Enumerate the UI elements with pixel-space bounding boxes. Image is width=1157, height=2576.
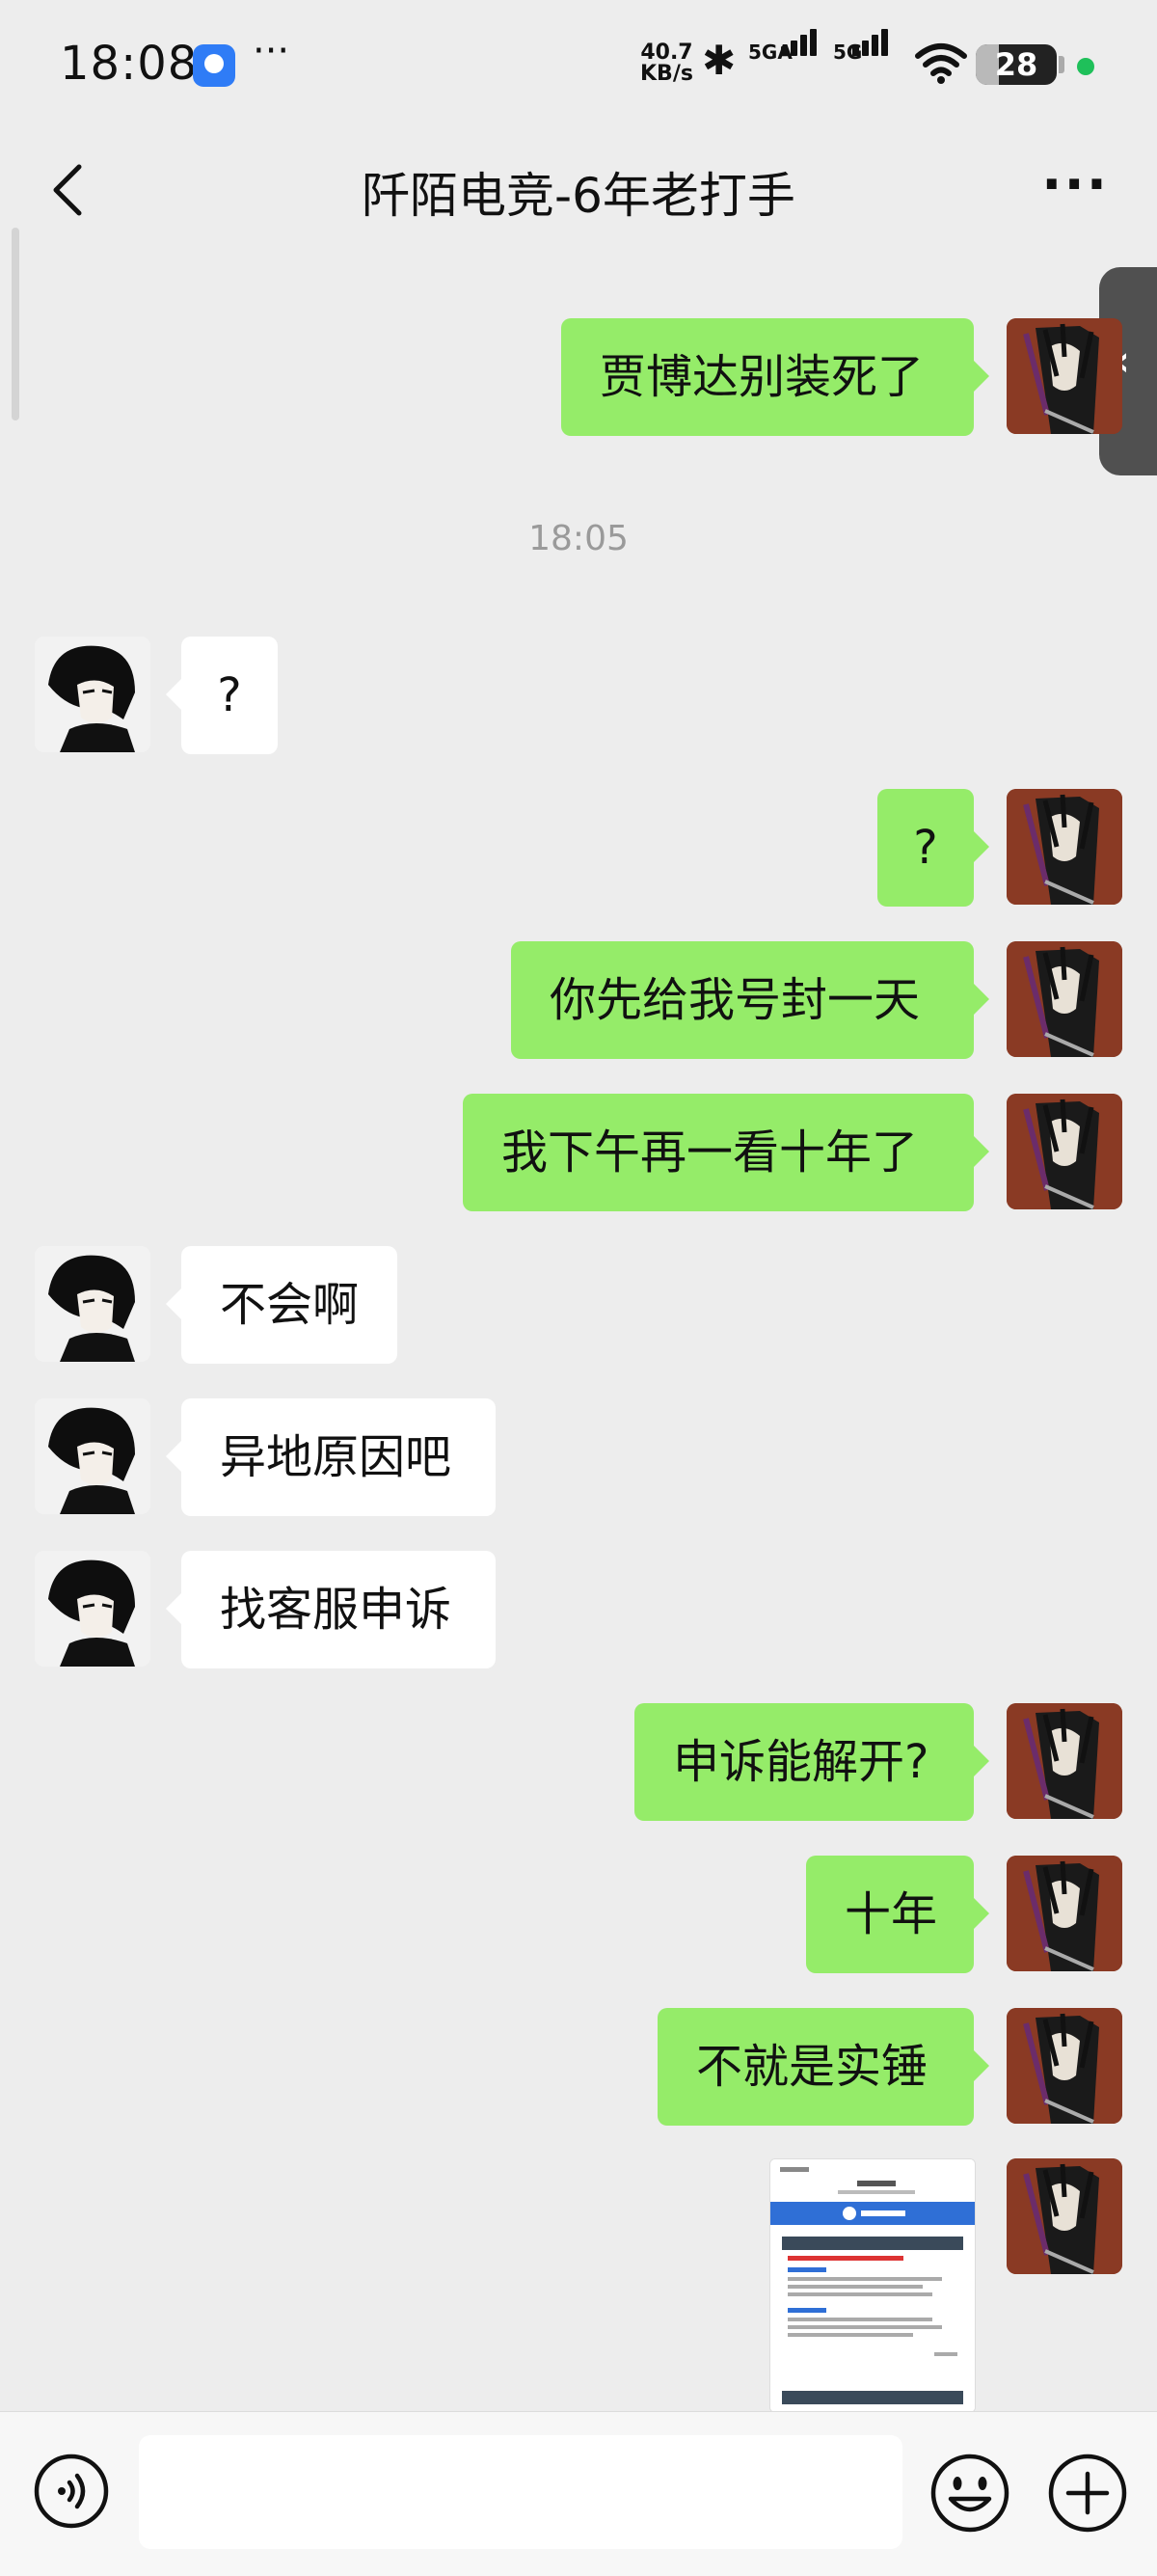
emoji-icon[interactable]: [929, 2453, 1010, 2534]
self-avatar[interactable]: [1007, 318, 1122, 434]
message-row-peer: 找客服申诉: [0, 1551, 1157, 1668]
battery-level: 28: [994, 46, 1038, 83]
message-bubble[interactable]: 不就是实锤: [658, 2008, 989, 2126]
voice-icon[interactable]: [33, 2453, 110, 2530]
message-row-peer: 异地原因吧: [0, 1398, 1157, 1516]
contact-avatar[interactable]: [35, 1398, 150, 1514]
message-row-self: 贾博达别装死了: [0, 318, 1157, 436]
message-bubble[interactable]: 十年: [806, 1856, 989, 1973]
network-speed: 40.7 KB/s: [640, 42, 693, 85]
self-avatar[interactable]: [1007, 2008, 1122, 2124]
chat-title: 阡陌电竞-6年老打手: [362, 168, 795, 224]
battery-icon: 28: [976, 44, 1057, 85]
more-options-icon[interactable]: ···: [1041, 153, 1109, 216]
chat-header: 阡陌电竞-6年老打手 ···: [0, 130, 1157, 256]
chat-timestamp: 18:05: [528, 519, 629, 558]
message-bubble[interactable]: 你先给我号封一天: [511, 941, 989, 1059]
message-row-self: 十年: [0, 1856, 1157, 1973]
plus-icon[interactable]: [1047, 2453, 1128, 2534]
status-bar: 18:08 ··· 40.7 KB/s ✱ 5GA 5G 28: [0, 0, 1157, 130]
message-row-self: 不就是实锤: [0, 2008, 1157, 2126]
wifi-icon: [915, 43, 967, 84]
message-bubble[interactable]: 不会啊: [166, 1246, 397, 1364]
more-notifications-icon: ···: [253, 29, 290, 73]
message-bubble[interactable]: ?: [877, 789, 989, 907]
message-bubble[interactable]: 贾博达别装死了: [561, 318, 989, 436]
message-row-self: 你先给我号封一天: [0, 941, 1157, 1059]
message-bubble[interactable]: 异地原因吧: [166, 1398, 496, 1516]
message-row-peer: ?: [0, 637, 1157, 754]
message-row-self: ?: [0, 789, 1157, 907]
screenshot-thumbnail: [770, 2159, 975, 2412]
contact-avatar[interactable]: [35, 1246, 150, 1362]
image-message[interactable]: [769, 2158, 976, 2413]
network-speed-unit: KB/s: [640, 62, 693, 86]
self-avatar[interactable]: [1007, 2158, 1122, 2274]
self-avatar[interactable]: [1007, 1856, 1122, 1971]
self-avatar[interactable]: [1007, 1703, 1122, 1819]
self-avatar[interactable]: [1007, 789, 1122, 905]
self-avatar[interactable]: [1007, 941, 1122, 1057]
message-row-self: 我下午再一看十年了: [0, 1094, 1157, 1211]
bluetooth-icon: ✱: [702, 37, 737, 84]
message-bubble[interactable]: 找客服申诉: [166, 1551, 496, 1668]
message-bubble[interactable]: ?: [166, 637, 278, 754]
signal-sim1-icon: 5GA: [748, 29, 817, 83]
self-avatar[interactable]: [1007, 1094, 1122, 1209]
status-time: 18:08: [60, 37, 199, 91]
app-notification-icon: [193, 44, 235, 87]
network-speed-value: 40.7: [640, 41, 693, 65]
message-row-self: 申诉能解开?: [0, 1703, 1157, 1821]
message-row-peer: 不会啊: [0, 1246, 1157, 1364]
privacy-indicator-dot: [1077, 58, 1094, 75]
message-bubble[interactable]: 我下午再一看十年了: [463, 1094, 989, 1211]
message-bubble[interactable]: 申诉能解开?: [634, 1703, 989, 1821]
contact-avatar[interactable]: [35, 1551, 150, 1667]
input-bar: [0, 2411, 1157, 2576]
signal-sim2-icon: 5G: [833, 29, 901, 83]
message-input[interactable]: [139, 2435, 902, 2549]
contact-avatar[interactable]: [35, 637, 150, 752]
